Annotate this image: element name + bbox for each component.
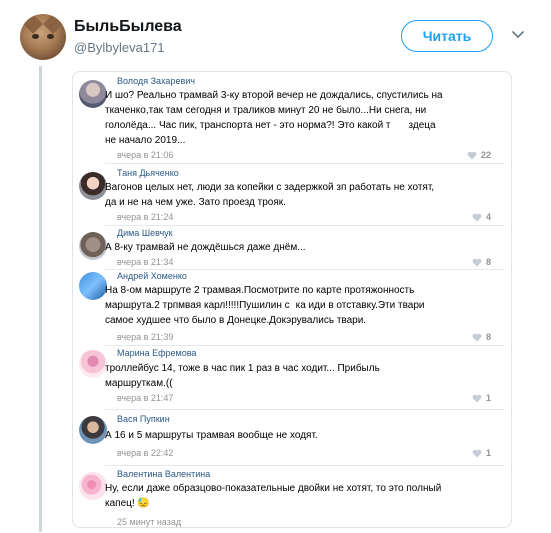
comment-text: Ну, если даже образцово-показательные дв… xyxy=(105,483,442,509)
heart-icon xyxy=(472,213,482,221)
like-counter[interactable]: 8 xyxy=(472,257,491,267)
avatar[interactable] xyxy=(79,272,107,300)
comment-text: А 16 и 5 маршруты трамвая вообще не ходя… xyxy=(105,430,318,441)
comment-date[interactable]: вчера в 21:39 xyxy=(117,332,173,342)
comment-author[interactable]: Володя Захаревич xyxy=(117,76,195,86)
comment-text: И шо? Реально трамвай 3-ку второй вечер … xyxy=(105,90,443,146)
avatar[interactable] xyxy=(79,416,107,444)
comment-author[interactable]: Вася Пупкин xyxy=(117,414,170,424)
heart-icon xyxy=(472,449,482,457)
divider xyxy=(105,409,505,410)
heart-icon xyxy=(472,394,482,402)
divider xyxy=(105,163,505,164)
comment-author[interactable]: Марина Ефремова xyxy=(117,348,196,358)
comment-date[interactable]: 25 минут назад xyxy=(117,517,181,527)
like-counter[interactable]: 1 xyxy=(472,448,491,458)
avatar[interactable] xyxy=(79,472,107,500)
comment-text: А 8-ку трамвай не дождёшься даже днём... xyxy=(105,242,306,253)
screenshot-card[interactable]: Володя Захаревич И шо? Реально трамвай 3… xyxy=(72,71,512,528)
avatar[interactable] xyxy=(79,232,107,260)
heart-icon xyxy=(472,333,482,341)
display-name[interactable]: БыльБылева xyxy=(74,18,182,36)
like-counter[interactable]: 22 xyxy=(467,150,491,160)
comment-text: На 8-ом маршруте 2 трамвая.Посмотрите по… xyxy=(105,285,425,326)
divider xyxy=(105,269,505,270)
avatar[interactable] xyxy=(79,350,107,378)
comment-date[interactable]: вчера в 22:42 xyxy=(117,448,173,458)
avatar[interactable] xyxy=(79,172,107,200)
like-counter[interactable]: 8 xyxy=(472,332,491,342)
thread-line xyxy=(39,66,42,532)
comment-date[interactable]: вчера в 21:24 xyxy=(117,212,173,222)
user-handle[interactable]: @Bylbyleva171 xyxy=(74,40,165,55)
comment-author[interactable]: Таня Дьяченко xyxy=(117,168,179,178)
avatar[interactable] xyxy=(79,80,107,108)
comment-date[interactable]: вчера в 21:06 xyxy=(117,150,173,160)
heart-icon xyxy=(467,151,477,159)
comment-author[interactable]: Валентина Валентина xyxy=(117,469,210,479)
divider xyxy=(105,225,505,226)
comment-text: Вагонов целых нет, люди за копейки с зад… xyxy=(105,182,435,208)
comment-date[interactable]: вчера в 21:34 xyxy=(117,257,173,267)
divider xyxy=(105,345,505,346)
chevron-down-icon[interactable] xyxy=(511,28,525,42)
comment-author[interactable]: Дима Шевчук xyxy=(117,228,173,238)
comment-text: троллейбус 14, тоже в час пик 1 раз в ча… xyxy=(105,363,380,389)
follow-button[interactable]: Читать xyxy=(401,20,493,52)
profile-avatar[interactable] xyxy=(20,14,66,60)
comment-author[interactable]: Андрей Хоменко xyxy=(117,271,187,281)
like-counter[interactable]: 4 xyxy=(472,212,491,222)
comment-date[interactable]: вчера в 21:47 xyxy=(117,393,173,403)
like-counter[interactable]: 1 xyxy=(472,393,491,403)
divider xyxy=(105,465,505,466)
heart-icon xyxy=(472,258,482,266)
